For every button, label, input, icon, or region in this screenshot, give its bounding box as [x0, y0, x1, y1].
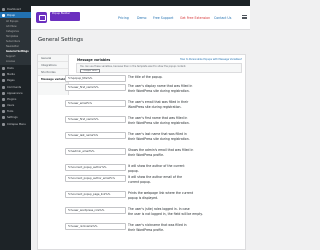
- variable-description: Shows the admin's email that was filled …: [128, 148, 236, 158]
- nav-pricing[interactable]: Pricing: [118, 16, 129, 20]
- variable-description: The user's last name that was filled in t…: [128, 132, 236, 142]
- sidebar-item-label: General Settings: [6, 50, 29, 54]
- section-title: Message variables: [77, 58, 111, 62]
- brush-icon: [2, 91, 5, 95]
- comment-icon: [2, 85, 5, 89]
- sidebar-item-label: Users: [7, 104, 15, 108]
- brand-label[interactable]: Popup Builder: [50, 12, 80, 21]
- variable-description-line: their WordPress site during registration…: [128, 121, 190, 126]
- sidebar-item-label: Posts: [7, 66, 14, 70]
- variable-name-field[interactable]: %%current_popup_page_link%%: [65, 191, 126, 198]
- variable-description: The user's email that was filled in thei…: [128, 100, 236, 110]
- variable-name-field[interactable]: %%user_first_name%%: [65, 84, 126, 91]
- variable-name-field[interactable]: %%current_popup_author_email%%: [65, 175, 126, 182]
- variable-name-field[interactable]: %%popup_title%%: [65, 75, 126, 82]
- plugin-icon: [2, 97, 5, 101]
- hamburger-menu-icon[interactable]: [242, 15, 247, 19]
- variable-description-line: their WordPress profile.: [128, 228, 165, 233]
- variable-description-line: WordPress site during registration.: [128, 105, 182, 110]
- variable-description: Prints the webpage link where the curren…: [128, 191, 236, 201]
- variable-name-field[interactable]: %%user_first_name%%: [65, 116, 126, 123]
- sidebar-item-label: Appearance: [7, 91, 23, 95]
- wrench-icon: [2, 110, 5, 114]
- sidebar-item-label: Tools: [7, 110, 14, 114]
- sidebar-item-label: Templates: [6, 35, 19, 39]
- popup-icon: [2, 13, 5, 17]
- sidebar-item-label: Subscribers: [6, 40, 20, 44]
- settings-tab-integrations[interactable]: Integrations: [38, 62, 68, 69]
- sidebar-item-collapse[interactable]: Collapse Menu: [0, 121, 31, 127]
- popup-submenu: All Popups Add New Categories Templates …: [0, 18, 31, 66]
- variable-description-line: their WordPress site during registration…: [128, 89, 190, 94]
- sidebar-item-label: Comments: [7, 85, 22, 89]
- variable-name-field[interactable]: %%user_last_name%%: [65, 132, 126, 139]
- variable-name-field[interactable]: %%admin_email%%: [65, 148, 126, 155]
- media-icon: [2, 73, 5, 77]
- nav-get-free-extension[interactable]: Get Free Extension: [180, 16, 210, 20]
- variable-name-field[interactable]: %%user_email%%: [65, 100, 126, 107]
- variable-description-line: the user is not logged in, the field wil…: [128, 212, 203, 217]
- variable-name-field[interactable]: %%current_popup_author%%: [65, 164, 126, 171]
- variable-description: The user's nickname that was filled in th…: [128, 223, 236, 233]
- sidebar-item-label: License: [6, 60, 16, 64]
- sidebar-item-label: Collapse Menu: [7, 122, 26, 126]
- popup-logo-icon[interactable]: [36, 12, 47, 23]
- admin-sidebar: Dashboard Popup All Popups Add New Categ…: [0, 6, 31, 250]
- sidebar-item-label: Add New: [6, 25, 17, 29]
- sidebar-item-label: Pages: [7, 79, 15, 83]
- variable-description: It will show the author of the current po…: [128, 164, 236, 174]
- sidebar-item-label: Popup: [7, 13, 15, 17]
- settings-tab-message-variables[interactable]: Message variables: [38, 76, 68, 83]
- help-link[interactable]: How to Personalize Popups with Message V…: [180, 58, 242, 61]
- variable-description-line: popup is displayed.: [128, 196, 159, 201]
- variable-name-field[interactable]: %%user_wordpress_role%%: [65, 207, 126, 214]
- sidebar-item-label: All Popups: [6, 20, 19, 24]
- settings-icon: [2, 116, 5, 120]
- variable-description: The user's display name that was filled …: [128, 84, 236, 94]
- sidebar-item-label: Settings: [7, 116, 18, 120]
- variable-description: The user's (site) roles logged in. In ca…: [128, 207, 236, 217]
- page-title: General Settings: [38, 37, 84, 43]
- sidebar-item-label: Support: [6, 55, 16, 59]
- nav-demo[interactable]: Demo: [137, 16, 146, 20]
- notice-text: You can use these variables, because the…: [80, 65, 187, 68]
- sidebar-item-label: Newsletter: [6, 45, 19, 49]
- variable-description-line: their WordPress profile.: [128, 153, 165, 158]
- sidebar-item-label: Media: [7, 73, 15, 77]
- nav-contact-us[interactable]: Contact Us: [214, 16, 231, 20]
- variable-description: The user's first name that was filled in…: [128, 116, 236, 126]
- settings-tab-general[interactable]: General: [38, 55, 68, 62]
- sidebar-item-label: Plugins: [7, 97, 17, 101]
- variable-description: It will show the author email of the curr…: [128, 175, 236, 185]
- variable-description-line: their WordPress site during registration…: [128, 137, 190, 142]
- variable-name-field[interactable]: %%user_nickname%%: [65, 223, 126, 230]
- variable-description: The title of the popup.: [128, 75, 163, 79]
- pin-icon: [2, 66, 5, 70]
- notice-box: You can use these variables, because the…: [76, 63, 242, 73]
- variable-description-line: current popup.: [128, 180, 151, 185]
- sidebar-item-license[interactable]: License: [0, 59, 31, 64]
- page-icon: [2, 79, 5, 83]
- dashboard-icon: [2, 7, 5, 11]
- sidebar-item-label: Categories: [6, 30, 19, 34]
- settings-panel: General Integrations Shortcodes Message …: [37, 54, 246, 250]
- settings-tab-shortcodes[interactable]: Shortcodes: [38, 69, 68, 76]
- user-icon: [2, 104, 5, 108]
- nav-free-support[interactable]: Free Support: [153, 16, 173, 20]
- sidebar-item-label: Dashboard: [7, 7, 22, 11]
- collapse-panel-button[interactable]: Collapse Panel: [80, 69, 100, 73]
- variable-description-line: popup.: [128, 169, 139, 174]
- collapse-icon: [2, 122, 5, 126]
